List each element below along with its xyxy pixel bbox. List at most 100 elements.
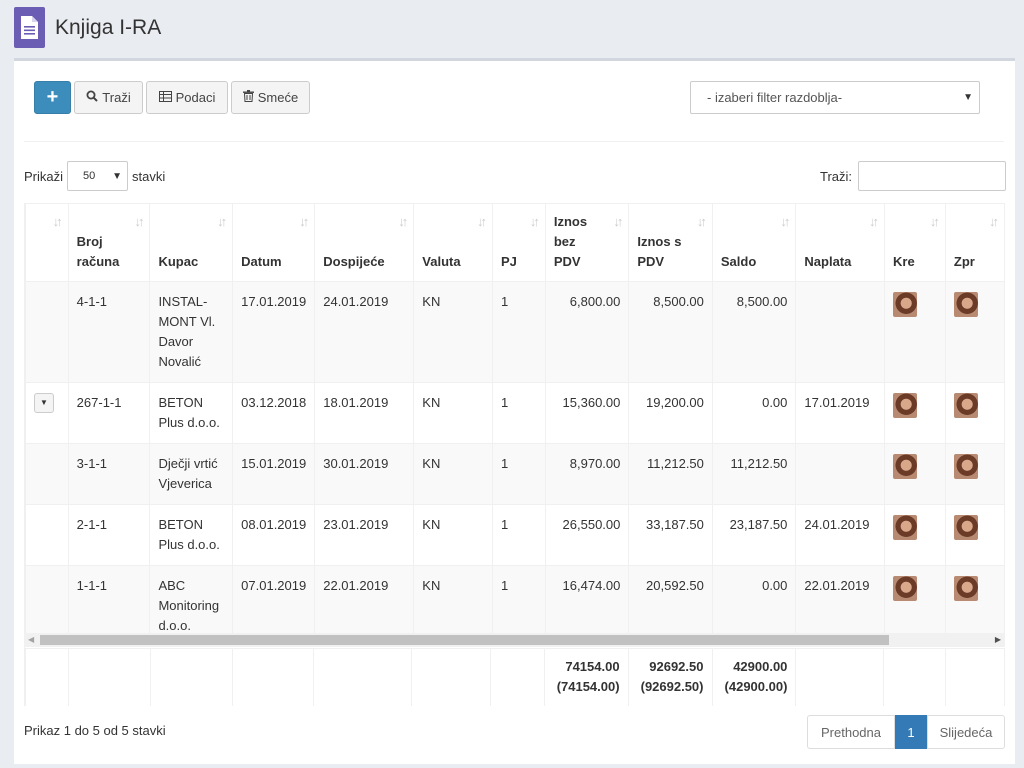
document-icon xyxy=(14,7,45,48)
prev-page-button[interactable]: Prethodna xyxy=(807,715,895,749)
sort-icon[interactable]: ↓↑ xyxy=(477,212,487,232)
column-header-label: PDV xyxy=(637,254,665,269)
avatar-creator[interactable] xyxy=(893,393,918,418)
cell-dospijece: 30.01.2019 xyxy=(314,443,415,505)
page-length-prefix: Prikaži xyxy=(24,168,64,184)
next-page-button[interactable]: Slijedeća xyxy=(927,715,1005,749)
table-row[interactable]: 4-1-1 INSTAL-MONT Vl. Davor Novalić 17.01.… xyxy=(25,281,1005,383)
column-header-label: PJ xyxy=(500,254,517,269)
add-button[interactable]: + xyxy=(34,81,71,114)
row-expand-button[interactable]: ▼ xyxy=(34,393,54,413)
sort-icon[interactable]: ↓↑ xyxy=(53,212,63,232)
sort-icon[interactable]: ↓↑ xyxy=(530,212,540,232)
avatar-updater[interactable] xyxy=(953,292,978,317)
horizontal-scrollbar[interactable]: ◀ ▶ xyxy=(24,633,1005,647)
page-header: Knjiga I-RA xyxy=(0,0,1024,58)
column-header-label: PDV xyxy=(553,254,581,269)
column-header-label xyxy=(804,212,876,232)
sort-icon[interactable]: ↓↑ xyxy=(299,212,309,232)
scrollbar-thumb[interactable] xyxy=(40,635,889,645)
column-header-12[interactable]: Zpr ↓↑ xyxy=(944,203,1005,282)
avatar-updater[interactable] xyxy=(953,515,978,540)
cell-valuta: KN xyxy=(413,281,493,383)
column-header-label xyxy=(804,232,876,252)
page-length-select[interactable]: 50 ▼ xyxy=(67,161,129,191)
cell-saldo: 23,187.50 xyxy=(711,504,797,566)
avatar-updater[interactable] xyxy=(953,454,978,479)
cell-s_pdv: 33,187.50 xyxy=(628,504,713,566)
scroll-right-icon[interactable]: ▶ xyxy=(995,635,1001,644)
column-header-10[interactable]: Naplata ↓↑ xyxy=(795,203,886,282)
sort-icon[interactable]: ↓↑ xyxy=(989,212,999,232)
table-info: Prikaz 1 do 5 od 5 stavki xyxy=(24,723,166,738)
cell-kupac: BETON Plus d.o.o. xyxy=(149,504,234,566)
table-search-input[interactable] xyxy=(858,161,1007,191)
column-header-4[interactable]: Dospijeće ↓↑ xyxy=(314,203,415,282)
caret-down-icon: ▼ xyxy=(112,171,123,182)
avatar-updater[interactable] xyxy=(953,576,978,601)
sort-icon[interactable]: ↓↑ xyxy=(697,212,707,232)
data-button[interactable]: Podaci xyxy=(146,81,228,114)
column-header-9[interactable]: Saldo ↓↑ xyxy=(711,203,797,282)
cell-pj: 1 xyxy=(491,382,546,444)
column-header-3[interactable]: Datum ↓↑ xyxy=(232,203,316,282)
column-header-label xyxy=(721,212,788,232)
table-search: Traži: xyxy=(820,161,1007,191)
table-row[interactable]: ▼ 267-1-1 BETON Plus d.o.o. 03.12.2018 18.01… xyxy=(25,382,1005,444)
cell-dospijece: 23.01.2019 xyxy=(314,504,415,566)
cell-datum: 17.01.2019 xyxy=(232,281,316,383)
column-header-6[interactable]: PJ ↓↑ xyxy=(491,203,546,282)
column-header-label xyxy=(893,232,937,252)
avatar-creator[interactable] xyxy=(893,292,918,317)
column-header-label xyxy=(34,252,60,272)
column-header-label xyxy=(422,212,484,232)
column-header-5[interactable]: Valuta ↓↑ xyxy=(413,203,493,282)
cell-datum: 03.12.2018 xyxy=(232,382,316,444)
cell-naplata xyxy=(795,443,886,505)
column-header-1[interactable]: Broj računa ↓↑ xyxy=(67,203,151,282)
column-header-label: Datum xyxy=(241,254,282,269)
trash-button[interactable]: Smeće xyxy=(231,81,310,114)
cell-naplata: 24.01.2019 xyxy=(795,504,886,566)
column-header-label xyxy=(501,232,537,252)
column-header-label: bez xyxy=(553,234,576,249)
search-button[interactable]: Traži xyxy=(74,81,143,114)
column-header-label xyxy=(637,212,704,232)
data-button-label: Podaci xyxy=(175,90,216,105)
column-header-label: Iznos s xyxy=(637,234,682,249)
sort-icon[interactable]: ↓↑ xyxy=(869,212,879,232)
cell-saldo: 11,212.50 xyxy=(711,443,797,505)
cell-bez_pdv: 6,800.00 xyxy=(544,281,630,383)
avatar-creator[interactable] xyxy=(893,576,918,601)
column-header-7[interactable]: Iznos bez PDV ↓↑ xyxy=(544,203,630,282)
column-header-label xyxy=(241,232,306,252)
page-button-current[interactable]: 1 xyxy=(895,715,927,749)
column-header-8[interactable]: Iznos s PDV ↓↑ xyxy=(628,203,713,282)
table-row[interactable]: 3-1-1 Dječji vrtić Vjeverica 15.01.2019 30.… xyxy=(25,443,1005,505)
avatar-updater[interactable] xyxy=(953,393,978,418)
column-header-11[interactable]: Kre ↓↑ xyxy=(884,203,946,282)
page-length-suffix: stavki xyxy=(132,168,166,184)
sort-icon[interactable]: ↓↑ xyxy=(780,212,790,232)
cell-valuta: KN xyxy=(413,382,493,444)
cell-kupac: Dječji vrtić Vjeverica xyxy=(149,443,234,505)
sort-icon[interactable]: ↓↑ xyxy=(398,212,408,232)
column-header-2[interactable]: Kupac ↓↑ xyxy=(149,203,234,282)
sort-icon[interactable]: ↓↑ xyxy=(613,212,623,232)
column-header-0[interactable]: ↓↑ xyxy=(25,203,69,282)
toolbar-divider xyxy=(24,141,1004,142)
sort-icon[interactable]: ↓↑ xyxy=(134,212,144,232)
column-header-label: Broj xyxy=(76,234,103,249)
sort-icon[interactable]: ↓↑ xyxy=(930,212,940,232)
cell-s_pdv: 19,200.00 xyxy=(628,382,713,444)
table-row[interactable]: 2-1-1 BETON Plus d.o.o. 08.01.2019 23.01.20… xyxy=(25,504,1005,566)
cell-kupac: BETON Plus d.o.o. xyxy=(149,382,234,444)
scroll-left-icon[interactable]: ◀ xyxy=(28,635,34,644)
cell-s_pdv: 8,500.00 xyxy=(628,281,713,383)
avatar-creator[interactable] xyxy=(893,454,918,479)
period-filter-select[interactable]: - izaberi filter razdoblja- ▼ xyxy=(690,81,980,114)
sort-icon[interactable]: ↓↑ xyxy=(217,212,227,232)
avatar-creator[interactable] xyxy=(893,515,918,540)
trash-button-label: Smeće xyxy=(257,90,299,105)
column-header-label xyxy=(241,212,306,232)
